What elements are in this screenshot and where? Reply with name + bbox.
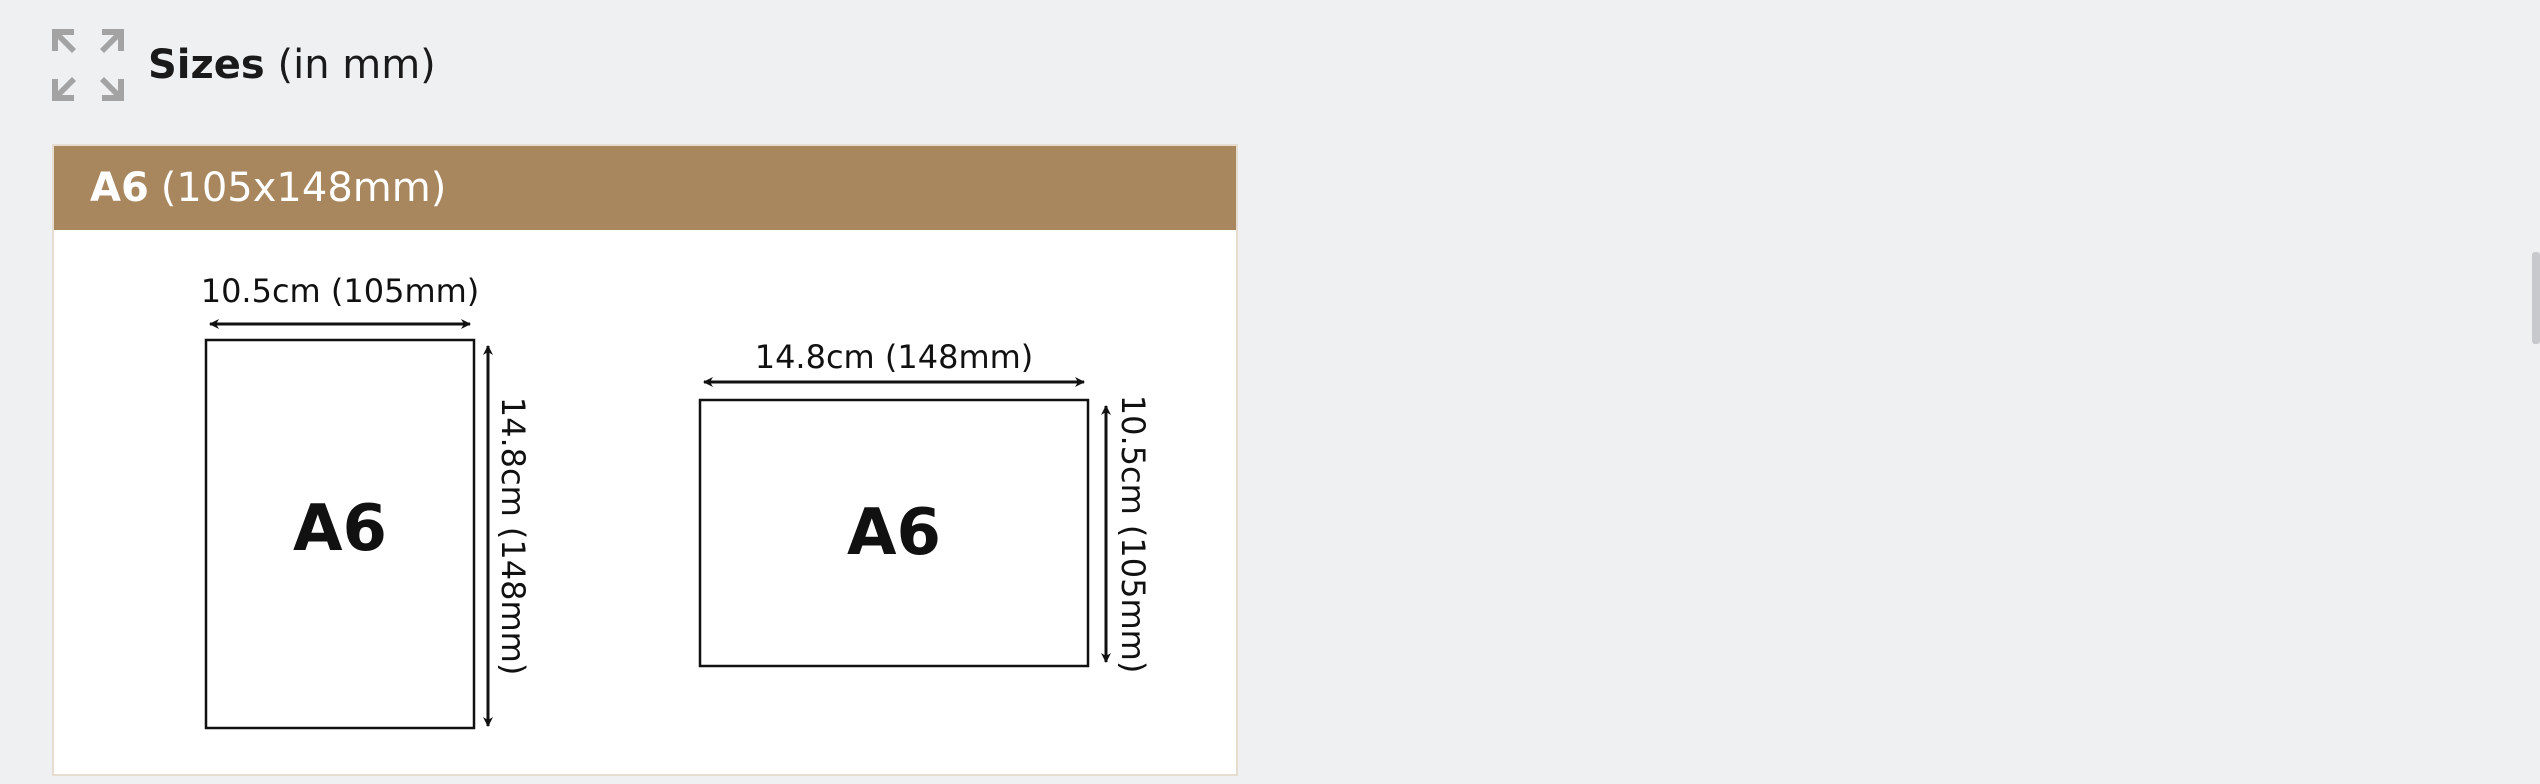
- portrait-height-label: 14.8cm (148mm): [494, 397, 532, 676]
- portrait-sheet-label: A6: [293, 492, 387, 566]
- size-dimensions: (105x148mm): [160, 165, 447, 211]
- portrait-diagram: A6 10.5cm (105mm) 14.8cm (148mm): [201, 272, 532, 730]
- page-title: Sizes (in mm): [148, 42, 436, 88]
- landscape-diagram: A6 14.8cm (148mm) 10.5cm (105mm): [698, 338, 1152, 674]
- landscape-width-label: 14.8cm (148mm): [755, 338, 1034, 376]
- landscape-height-label: 10.5cm (105mm): [1114, 395, 1152, 674]
- size-diagram: A6 10.5cm (105mm) 14.8cm (148mm) A6 14.8…: [201, 272, 1152, 730]
- size-name: A6: [90, 165, 149, 211]
- landscape-sheet-label: A6: [847, 496, 941, 570]
- expand-arrows-icon[interactable]: [52, 29, 124, 101]
- portrait-width-label: 10.5cm (105mm): [201, 272, 480, 310]
- title-label: Sizes: [148, 42, 265, 88]
- size-card-a6: A6 (105x148mm) A6 10.5cm (105mm) 14.8cm …: [52, 144, 1238, 776]
- size-card-header[interactable]: A6 (105x148mm): [54, 146, 1236, 230]
- title-unit: (in mm): [277, 42, 436, 88]
- sizes-header: Sizes (in mm): [52, 28, 436, 102]
- scrollbar-thumb[interactable]: [2532, 252, 2540, 344]
